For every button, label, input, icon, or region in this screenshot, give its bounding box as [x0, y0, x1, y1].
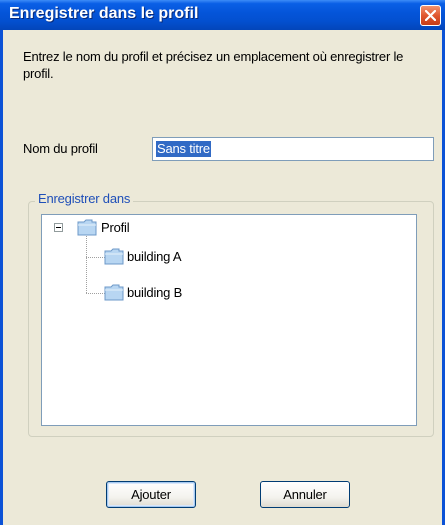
- dialog-title: Enregistrer dans le profil: [9, 5, 199, 22]
- tree-node-building-a[interactable]: building A: [127, 249, 182, 265]
- close-button[interactable]: [420, 5, 441, 26]
- folder-icon: [77, 219, 97, 236]
- folder-icon: [104, 248, 124, 265]
- cancel-button[interactable]: Annuler: [260, 481, 350, 508]
- profile-name-value: Sans titre: [156, 141, 211, 157]
- profile-name-label: Nom du profil: [23, 141, 98, 156]
- profile-name-input[interactable]: Sans titre: [152, 137, 434, 161]
- folder-icon: [104, 284, 124, 301]
- tree-node-root[interactable]: Profil: [101, 220, 130, 236]
- instructions-text: Entrez le nom du profil et précisez un e…: [23, 49, 404, 81]
- add-button[interactable]: Ajouter: [106, 481, 196, 508]
- title-bar[interactable]: Enregistrer dans le profil: [0, 0, 445, 30]
- tree-node-building-b[interactable]: building B: [127, 285, 182, 301]
- save-in-legend: Enregistrer dans: [35, 191, 134, 206]
- collapse-icon[interactable]: [54, 223, 63, 232]
- tree-connector: [86, 236, 87, 293]
- close-icon: [425, 10, 436, 21]
- folder-tree[interactable]: [41, 214, 417, 426]
